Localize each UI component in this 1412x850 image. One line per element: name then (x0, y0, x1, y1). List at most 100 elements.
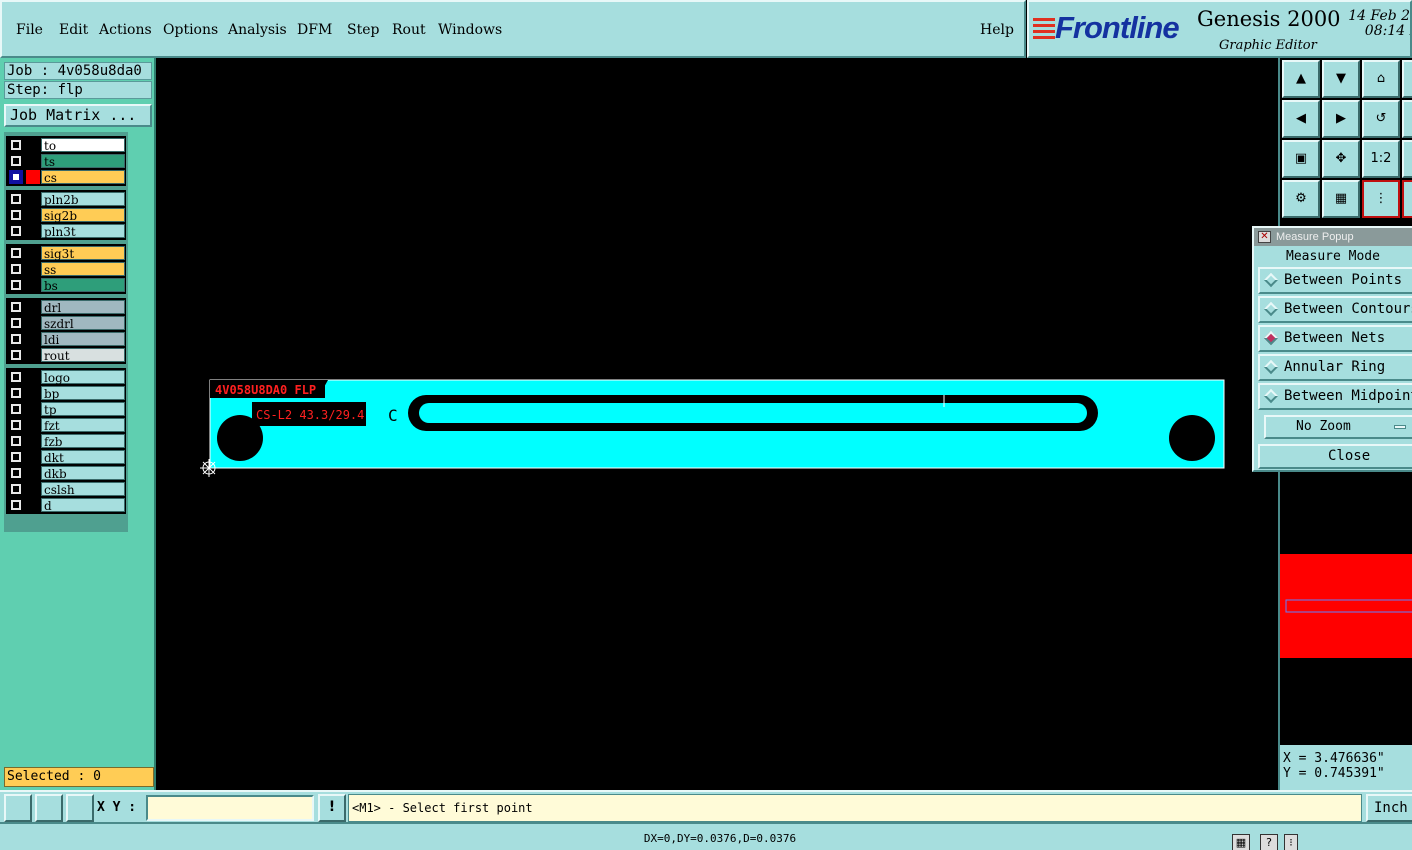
layer-color-swatch[interactable] (26, 192, 40, 206)
menu-rout[interactable]: Rout (392, 22, 426, 38)
layer-row-d[interactable]: d (6, 498, 126, 513)
layer-checkbox[interactable] (11, 500, 21, 510)
layer-checkbox[interactable] (11, 468, 21, 478)
pan-down-icon[interactable]: ▼ (1322, 60, 1360, 98)
layer-color-swatch[interactable] (26, 262, 40, 276)
layer-color-swatch[interactable] (26, 466, 40, 480)
zoom-select[interactable]: No Zoom (1264, 415, 1412, 439)
layer-color-swatch[interactable] (26, 450, 40, 464)
pan-left-icon[interactable]: ◀ (1282, 100, 1320, 138)
layer-checkbox[interactable] (11, 452, 21, 462)
layer-row-dkb[interactable]: dkb (6, 466, 126, 481)
layer-row-drl[interactable]: drl (6, 300, 126, 315)
layer-checkbox[interactable] (11, 350, 21, 360)
extra-tool-1-icon[interactable] (1402, 60, 1412, 98)
graphic-canvas[interactable]: 4V058U8DA0 FLP CS-L2 43.3/29.4 C (158, 58, 1278, 790)
xy-input[interactable] (146, 795, 314, 821)
option-between-contours[interactable]: Between Contours (1258, 296, 1412, 323)
layer-color-swatch[interactable] (26, 278, 40, 292)
layer-row-szdrl[interactable]: szdrl (6, 316, 126, 331)
layer-checkbox[interactable] (11, 156, 21, 166)
extra-tool-2-icon[interactable] (1402, 100, 1412, 138)
pan-right-icon[interactable]: ▶ (1322, 100, 1360, 138)
option-annular-ring[interactable]: Annular Ring (1258, 354, 1412, 381)
layer-color-swatch[interactable] (26, 316, 40, 330)
scroll-icon[interactable]: ⁝ (1284, 834, 1298, 850)
menu-dfm[interactable]: DFM (297, 22, 332, 38)
option-between-nets[interactable]: Between Nets (1258, 325, 1412, 352)
layer-checkbox[interactable] (11, 210, 21, 220)
layer-row-cs[interactable]: cs (6, 170, 126, 185)
layer-checkbox[interactable] (11, 334, 21, 344)
layer-color-swatch[interactable] (26, 498, 40, 512)
layer-checkbox[interactable] (11, 318, 21, 328)
option-between-points[interactable]: Between Points (1258, 267, 1412, 294)
layer-checkbox[interactable] (11, 404, 21, 414)
layer-color-swatch[interactable] (26, 170, 40, 184)
menu-actions[interactable]: Actions (99, 22, 152, 38)
layer-checkbox[interactable] (11, 194, 21, 204)
alert-icon[interactable]: ! (318, 794, 346, 822)
layer-color-swatch[interactable] (26, 332, 40, 346)
menu-windows[interactable]: Windows (438, 22, 502, 38)
layer-color-swatch[interactable] (26, 418, 40, 432)
popup-close-icon[interactable]: ✕ (1258, 231, 1271, 243)
zoom-fit-icon[interactable]: ▣ (1282, 140, 1320, 178)
layer-color-swatch[interactable] (26, 482, 40, 496)
layer-color-swatch[interactable] (26, 224, 40, 238)
grid-icon[interactable]: ▦ (1322, 180, 1360, 218)
layer-checkbox[interactable] (11, 302, 21, 312)
layer-row-sig2b[interactable]: sig2b (6, 208, 126, 223)
layer-row-tp[interactable]: tp (6, 402, 126, 417)
net-highlight-icon[interactable]: ⋮ (1362, 180, 1400, 218)
snap-mode-icon[interactable] (4, 794, 32, 822)
window-list-icon[interactable]: ▦ (1232, 834, 1250, 850)
layer-row-to[interactable]: to (6, 138, 126, 153)
menu-analysis[interactable]: Analysis (228, 22, 287, 38)
layer-row-ss[interactable]: ss (6, 262, 126, 277)
job-matrix-button[interactable]: Job Matrix ... (4, 104, 152, 127)
layer-checkbox[interactable] (11, 388, 21, 398)
layer-checkbox[interactable] (11, 484, 21, 494)
menu-options[interactable]: Options (163, 22, 218, 38)
layer-row-rout[interactable]: rout (6, 348, 126, 363)
layer-checkbox[interactable] (11, 140, 21, 150)
layer-checkbox[interactable] (11, 248, 21, 258)
layer-checkbox[interactable] (11, 264, 21, 274)
scale-1-2-button[interactable]: 1:2 (1362, 140, 1400, 178)
layer-color-swatch[interactable] (26, 138, 40, 152)
home-icon[interactable]: ⌂ (1362, 60, 1400, 98)
layer-color-swatch[interactable] (26, 386, 40, 400)
layer-color-swatch[interactable] (26, 246, 40, 260)
unit-button[interactable]: Inch (1366, 794, 1412, 822)
layer-row-pln2b[interactable]: pln2b (6, 192, 126, 207)
layer-color-swatch[interactable] (26, 208, 40, 222)
layer-row-logo[interactable]: logo (6, 370, 126, 385)
zoom-home-up-icon[interactable]: ▲ (1282, 60, 1320, 98)
menu-help[interactable]: Help (980, 22, 1014, 38)
layer-row-ldi[interactable]: ldi (6, 332, 126, 347)
layer-checkbox[interactable] (11, 436, 21, 446)
layer-checkbox[interactable] (11, 280, 21, 290)
layer-row-fzb[interactable]: fzb (6, 434, 126, 449)
close-button[interactable]: Close (1258, 444, 1412, 469)
layer-checkbox[interactable] (11, 226, 21, 236)
layer-color-swatch[interactable] (26, 300, 40, 314)
layer-color-swatch[interactable] (26, 402, 40, 416)
layer-row-ts[interactable]: ts (6, 154, 126, 169)
layer-row-sig3t[interactable]: sig3t (6, 246, 126, 261)
settings-tool-icon[interactable]: ⚙ (1282, 180, 1320, 218)
option-between-midpoints[interactable]: Between Midpoints (1258, 383, 1412, 410)
layer-row-dkt[interactable]: dkt (6, 450, 126, 465)
help-icon[interactable]: ? (1260, 834, 1278, 850)
menu-step[interactable]: Step (347, 22, 379, 38)
menu-file[interactable]: File (16, 22, 43, 38)
layer-color-swatch[interactable] (26, 348, 40, 362)
layer-row-fzt[interactable]: fzt (6, 418, 126, 433)
extra-tool-4-icon[interactable] (1402, 180, 1412, 218)
layer-color-swatch[interactable] (26, 370, 40, 384)
layer-row-cslsh[interactable]: cslsh (6, 482, 126, 497)
layer-row-pln3t[interactable]: pln3t (6, 224, 126, 239)
layer-checkbox[interactable] (11, 420, 21, 430)
menu-edit[interactable]: Edit (59, 22, 88, 38)
